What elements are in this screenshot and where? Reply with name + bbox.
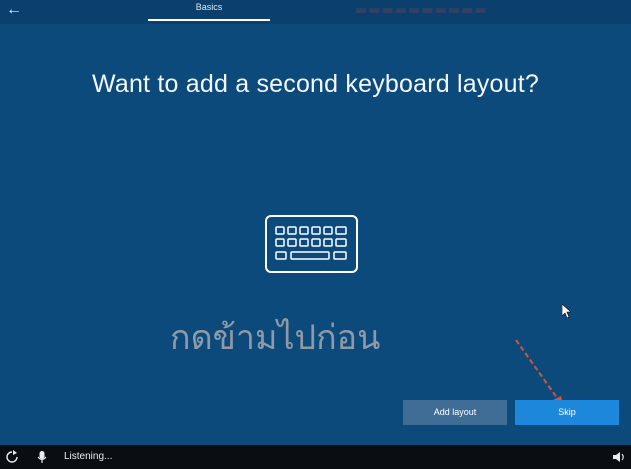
overlay-caption: กดข้ามไปก่อน (170, 318, 381, 358)
speech-status-text: Listening... (64, 451, 113, 462)
skip-button[interactable]: Skip (515, 400, 619, 425)
back-button[interactable]: ← (4, 1, 24, 19)
volume-icon[interactable] (612, 450, 626, 464)
section-tab-basics: Basics (148, 0, 270, 21)
keyboard-icon (265, 215, 358, 273)
top-bar: ← Basics (0, 0, 631, 24)
microphone-icon[interactable] (35, 450, 49, 464)
page-title: Want to add a second keyboard layout? (91, 70, 540, 98)
bottom-bar: Listening... (0, 445, 631, 469)
ease-of-access-icon[interactable] (5, 450, 19, 464)
add-layout-button[interactable]: Add layout (403, 400, 507, 425)
mouse-cursor-icon (562, 304, 571, 318)
watermark: ▬▬▬▬▬▬▬▬▬▬ (355, 3, 488, 18)
back-arrow-icon: ← (6, 1, 22, 18)
